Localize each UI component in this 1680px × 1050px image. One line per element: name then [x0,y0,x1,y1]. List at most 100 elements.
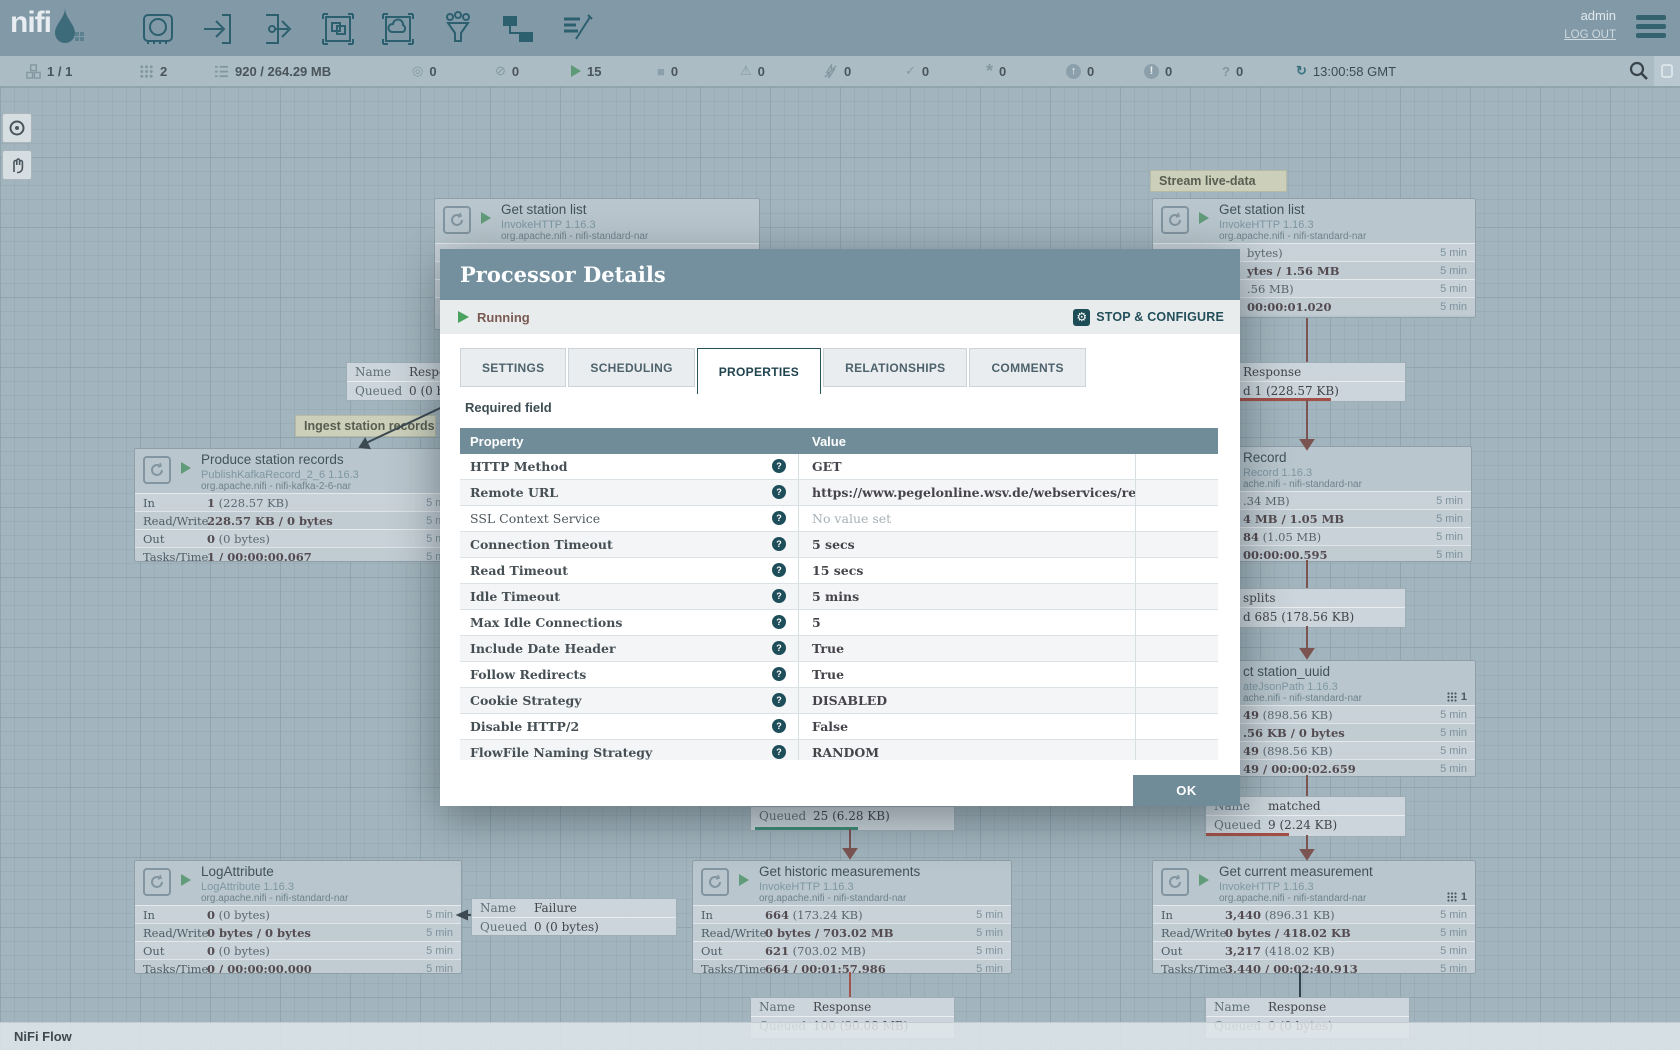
remote-process-group-icon[interactable] [380,11,416,47]
processor-name: Get station list [501,202,587,217]
flow-status-bar: 1 / 1 2 920 / 264.29 MB ◎ 0 ⊘ 0 15 ■ 0 ⚠… [0,56,1680,87]
global-menu-button[interactable] [1636,15,1666,39]
processor-type: ateJsonPath 1.16.3 [1243,681,1338,693]
funnel-icon[interactable] [440,11,476,47]
breadcrumb[interactable]: NiFi Flow [14,1029,72,1044]
last-refresh[interactable]: ↻ 13:00:58 GMT [1296,56,1396,86]
properties-table: Property Value HTTP Method? GET Remote U… [460,428,1218,760]
connection-label-queued-25[interactable]: Queued25 (6.28 KB) [750,806,955,831]
help-icon[interactable]: ? [772,485,786,499]
nifi-logo: nifi [10,6,85,48]
current-user: admin [1496,8,1616,23]
processor-icon[interactable] [140,11,176,47]
help-icon[interactable]: ? [772,459,786,473]
tab-properties[interactable]: PROPERTIES [697,348,821,394]
active-threads: 2 [139,56,167,86]
up-to-date-count: ✓ 0 [905,56,929,86]
not-transmitting-count: ⊘ 0 [495,56,519,86]
panel-toggle-icon [1659,63,1675,79]
connection-label-failure[interactable]: NameFailure Queued0 (0 bytes) [471,898,677,936]
ok-button[interactable]: OK [1133,775,1240,806]
property-row: Remote URL? https://www.pegelonline.wsv.… [460,480,1218,506]
template-icon[interactable] [500,11,536,47]
canvas-label-ingest-station-records[interactable]: Ingest station records [295,415,436,437]
help-icon[interactable]: ? [772,563,786,577]
processor-get-historic-measurements[interactable]: Get historic measurements InvokeHTTP 1.1… [692,860,1012,974]
processor-logattribute[interactable]: LogAttribute LogAttribute 1.16.3 org.apa… [134,860,462,974]
canvas-label-stream-live-data[interactable]: Stream live-data [1150,170,1287,192]
processor-name: Produce station records [201,452,344,467]
processor-type: InvokeHTTP 1.16.3 [759,881,854,893]
tasks-grid-icon [1447,892,1457,902]
processor-stamp-icon [701,868,729,896]
processor-name: Get historic measurements [759,864,920,879]
processor-stamp-icon [1161,206,1189,234]
processor-bundle: org.apache.nifi - nifi-standard-nar [1219,893,1366,904]
label-icon[interactable] [560,11,596,47]
property-row: Disable HTTP/2? False [460,714,1218,740]
process-group-icon[interactable] [320,11,356,47]
stop-and-configure-button[interactable]: ⚙ STOP & CONFIGURE [1073,300,1224,334]
property-row: FlowFile Naming Strategy? RANDOM [460,740,1218,760]
active-tasks-badge: 1 [1447,691,1467,703]
help-icon[interactable]: ? [772,719,786,733]
tab-settings[interactable]: SETTINGS [460,348,566,387]
processor-bundle: org.apache.nifi - nifi-standard-nar [201,893,348,904]
help-icon[interactable]: ? [772,537,786,551]
required-field-note: Required field [465,400,552,415]
help-icon[interactable]: ? [772,745,786,759]
invalid-count: ⚠ 0 [740,56,765,86]
processor-details-dialog: Processor Details Running ⚙ STOP & CONFI… [440,249,1240,806]
tab-relationships[interactable]: RELATIONSHIPS [823,348,967,387]
logout-link[interactable]: LOG OUT [1496,29,1616,41]
running-count: 15 [571,56,601,86]
processor-name: Record [1243,450,1287,465]
tab-scheduling[interactable]: SCHEDULING [568,348,694,387]
running-status-icon [1199,212,1209,224]
help-icon[interactable]: ? [772,693,786,707]
modified-stale-icon: ! [1144,64,1159,79]
help-icon[interactable]: ? [772,641,786,655]
input-port-icon[interactable] [200,11,236,47]
property-column-header: Property [460,434,799,449]
stopped-icon: ■ [657,64,665,79]
processor-bundle: ache.nifi - nifi-standard-nar [1243,479,1362,490]
processor-bundle: org.apache.nifi - nifi-standard-nar [1219,231,1366,242]
stale-icon: ↑ [1066,64,1081,79]
gear-icon: ⚙ [1073,309,1090,326]
refresh-icon[interactable]: ↻ [1296,63,1307,79]
running-status-icon [181,874,191,886]
operate-palette-button[interactable] [2,150,32,180]
transmitting-icon: ◎ [412,63,423,79]
processor-bundle: org.apache.nifi - nifi-standard-nar [501,231,648,242]
queue-usage-bar [755,827,858,830]
help-icon[interactable]: ? [772,511,786,525]
property-row: SSL Context Service? No value set [460,506,1218,532]
cluster-icon [26,64,41,79]
locally-modified-and-stale-count: ! 0 [1144,56,1172,86]
processor-stamp-icon [143,868,171,896]
help-icon[interactable]: ? [772,615,786,629]
panel-toggle-button[interactable] [1654,56,1680,86]
processor-name: LogAttribute [201,864,274,879]
output-port-icon[interactable] [260,11,296,47]
running-status-icon [739,874,749,886]
help-icon[interactable]: ? [772,667,786,681]
running-status-icon [458,311,469,323]
processor-type: Record 1.16.3 [1243,467,1312,479]
up-to-date-icon: ✓ [905,63,916,79]
properties-table-header: Property Value [460,428,1218,454]
processor-get-current-measurement[interactable]: Get current measurement InvokeHTTP 1.16.… [1152,860,1476,974]
search-button[interactable] [1628,60,1652,82]
running-icon [571,65,581,77]
stopped-count: ■ 0 [657,56,678,86]
processor-name: Get current measurement [1219,864,1373,879]
help-icon[interactable]: ? [772,589,786,603]
processor-produce-station-records[interactable]: Produce station records PublishKafkaReco… [134,448,462,562]
navigate-palette-button[interactable] [2,113,32,143]
app-header: nifi admin LOG OUT [0,0,1680,56]
running-status-icon [481,212,491,224]
tab-comments[interactable]: COMMENTS [969,348,1085,387]
stale-count: ↑ 0 [1066,56,1094,86]
property-row: Connection Timeout? 5 secs [460,532,1218,558]
